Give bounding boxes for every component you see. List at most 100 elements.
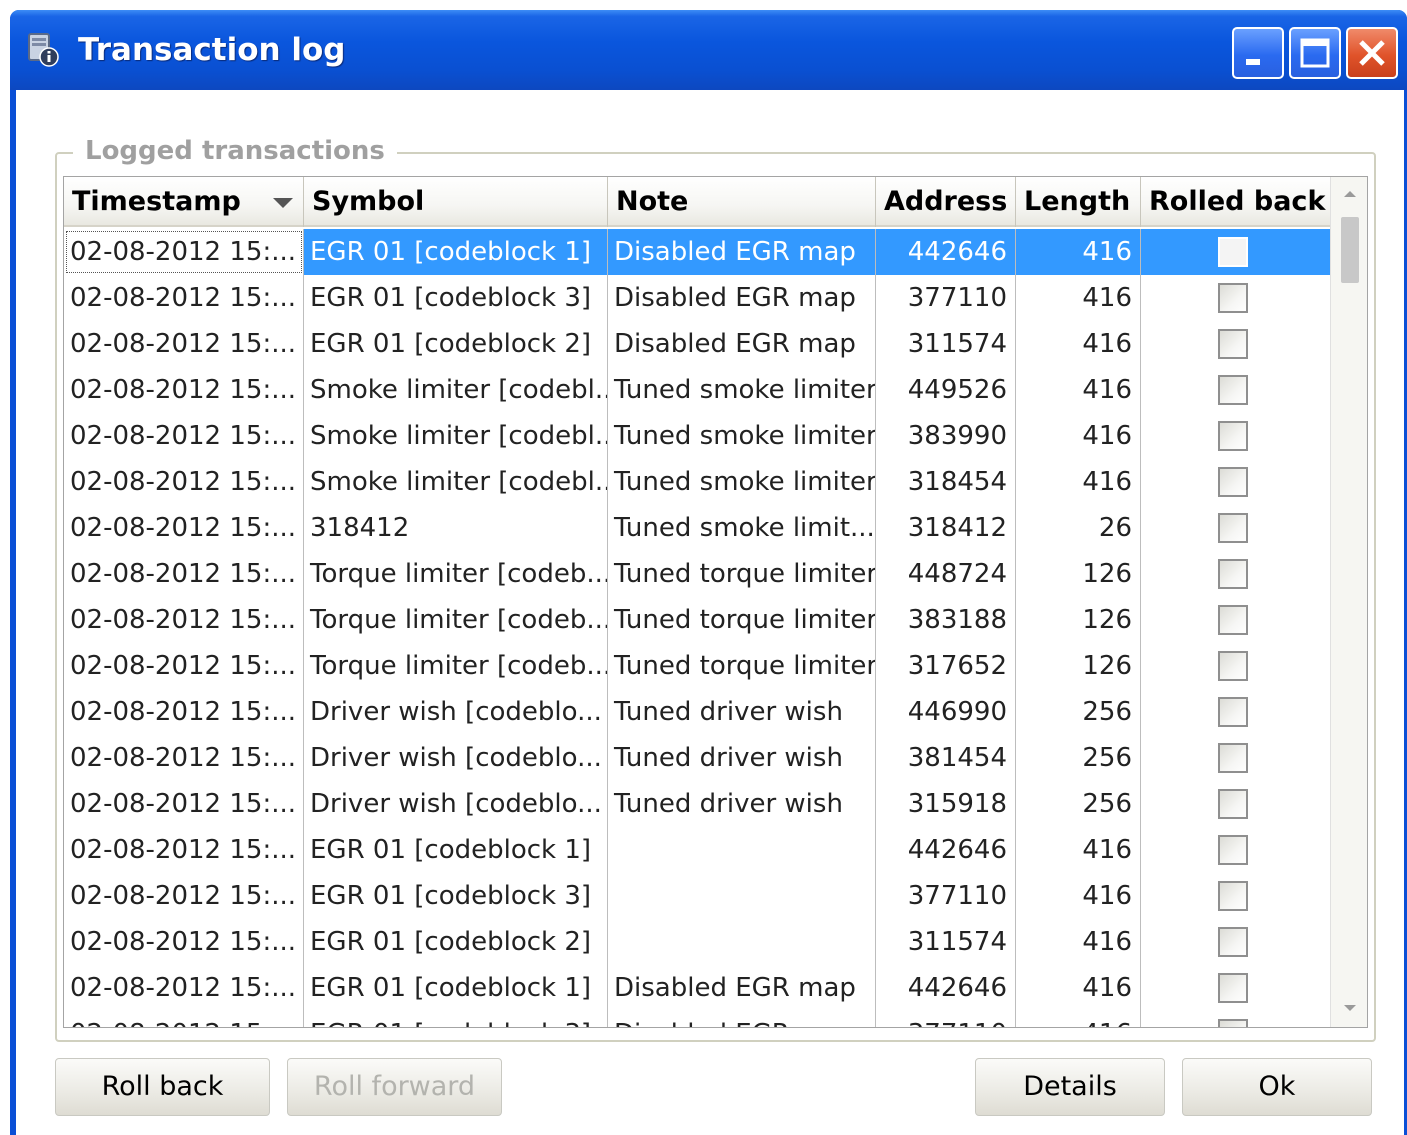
cell-address: 383990 — [876, 413, 1016, 459]
cell-timestamp: 02-08-2012 15:... — [64, 781, 304, 827]
table-row[interactable]: 02-08-2012 15:... EGR 01 [codeblock 2] Dis… — [64, 321, 1330, 367]
table-row[interactable]: 02-08-2012 15:... EGR 01 [codeblock 1] Dis… — [64, 229, 1330, 275]
cell-address: 383188 — [876, 597, 1016, 643]
table-row[interactable]: 02-08-2012 15:... Torque limiter [codeb..… — [64, 597, 1330, 643]
close-button[interactable] — [1346, 27, 1398, 79]
cell-timestamp: 02-08-2012 15:... — [64, 827, 304, 873]
table-row[interactable]: 02-08-2012 15:... EGR 01 [codeblock 3] 377… — [64, 873, 1330, 919]
column-header-label: Note — [616, 186, 689, 217]
table-row[interactable]: 02-08-2012 15:...EGR 01 [codeblock 3]Dis… — [64, 1011, 1330, 1027]
table-row[interactable]: 02-08-2012 15:... EGR 01 [codeblock 1] 442… — [64, 827, 1330, 873]
table-row[interactable]: 02-08-2012 15:... Torque limiter [codeb..… — [64, 551, 1330, 597]
table-row[interactable]: 02-08-2012 15:... Smoke limiter [codebl..… — [64, 413, 1330, 459]
column-header-address[interactable]: Address — [876, 177, 1016, 227]
rolled-back-checkbox[interactable] — [1218, 237, 1248, 267]
table-row[interactable]: 02-08-2012 15:... Driver wish [codeblo...… — [64, 735, 1330, 781]
rolled-back-checkbox[interactable] — [1218, 605, 1248, 635]
cell-symbol: Smoke limiter [codebl... — [304, 413, 608, 459]
rolled-back-checkbox[interactable] — [1218, 421, 1248, 451]
rolled-back-checkbox[interactable] — [1218, 973, 1248, 1003]
table-row[interactable]: 02-08-2012 15:... Driver wish [codeblo...… — [64, 781, 1330, 827]
table-header: Timestamp Symbol Note Address Length Rol… — [64, 177, 1330, 227]
rolled-back-checkbox[interactable] — [1218, 743, 1248, 773]
cell-address: 311574 — [876, 919, 1016, 965]
table-row[interactable]: 02-08-2012 15:... Smoke limiter [codebl..… — [64, 367, 1330, 413]
cell-note: Disabled EGR map — [608, 1011, 876, 1027]
rolled-back-checkbox[interactable] — [1218, 789, 1248, 819]
table-row[interactable]: 02-08-2012 15:... EGR 01 [codeblock 2] 311… — [64, 919, 1330, 965]
rolled-back-checkbox[interactable] — [1218, 651, 1248, 681]
cell-timestamp: 02-08-2012 15:... — [64, 735, 304, 781]
cell-symbol: EGR 01 [codeblock 3] — [304, 873, 608, 919]
title-bar[interactable]: Transaction log — [10, 10, 1407, 90]
cell-timestamp: 02-08-2012 15:... — [64, 965, 304, 1011]
cell-rolled-back — [1141, 965, 1330, 1011]
scrollbar-thumb[interactable] — [1341, 217, 1359, 283]
scroll-up-button[interactable] — [1331, 177, 1367, 213]
cell-rolled-back — [1141, 919, 1330, 965]
cell-address: 448724 — [876, 551, 1016, 597]
scroll-down-button[interactable] — [1331, 991, 1367, 1027]
cell-length: 126 — [1016, 551, 1141, 597]
rolled-back-checkbox[interactable] — [1218, 559, 1248, 589]
table-row[interactable]: 02-08-2012 15:... Driver wish [codeblo...… — [64, 689, 1330, 735]
cell-note: Tuned smoke limiter — [608, 413, 876, 459]
cell-rolled-back — [1141, 505, 1330, 551]
column-header-label: Timestamp — [72, 186, 241, 217]
cell-timestamp: 02-08-2012 15:... — [64, 919, 304, 965]
column-header-symbol[interactable]: Symbol — [304, 177, 608, 227]
rolled-back-checkbox[interactable] — [1218, 467, 1248, 497]
roll-forward-button[interactable]: Roll forward — [287, 1058, 502, 1116]
cell-length: 26 — [1016, 505, 1141, 551]
cell-length: 126 — [1016, 643, 1141, 689]
rolled-back-checkbox[interactable] — [1218, 513, 1248, 543]
rolled-back-checkbox[interactable] — [1218, 697, 1248, 727]
cell-address: 315918 — [876, 781, 1016, 827]
maximize-button[interactable] — [1289, 27, 1341, 79]
transactions-table[interactable]: Timestamp Symbol Note Address Length Rol… — [63, 176, 1368, 1028]
column-header-rolled-back[interactable]: Rolled back — [1141, 177, 1330, 227]
column-header-timestamp[interactable]: Timestamp — [64, 177, 304, 227]
cell-rolled-back — [1141, 1011, 1330, 1027]
rolled-back-checkbox[interactable] — [1218, 835, 1248, 865]
cell-timestamp: 02-08-2012 15:... — [64, 873, 304, 919]
cell-rolled-back — [1141, 827, 1330, 873]
window-title: Transaction log — [78, 32, 346, 68]
rolled-back-checkbox[interactable] — [1218, 283, 1248, 313]
cell-symbol: EGR 01 [codeblock 1] — [304, 965, 608, 1011]
cell-timestamp: 02-08-2012 15:... — [64, 689, 304, 735]
cell-symbol: 318412 — [304, 505, 608, 551]
table-row[interactable]: 02-08-2012 15:... EGR 01 [codeblock 1] Dis… — [64, 965, 1330, 1011]
cell-note: Disabled EGR map — [608, 229, 876, 275]
cell-length: 416 — [1016, 965, 1141, 1011]
rolled-back-checkbox[interactable] — [1218, 1019, 1248, 1027]
rolled-back-checkbox[interactable] — [1218, 375, 1248, 405]
rolled-back-checkbox[interactable] — [1218, 329, 1248, 359]
roll-back-button[interactable]: Roll back — [55, 1058, 270, 1116]
details-button[interactable]: Details — [975, 1058, 1165, 1116]
cell-length: 416 — [1016, 919, 1141, 965]
column-header-length[interactable]: Length — [1016, 177, 1141, 227]
vertical-scrollbar[interactable] — [1330, 177, 1367, 1027]
column-header-note[interactable]: Note — [608, 177, 876, 227]
sort-descending-icon — [273, 198, 293, 208]
table-row[interactable]: 02-08-2012 15:... Torque limiter [codeb..… — [64, 643, 1330, 689]
rolled-back-checkbox[interactable] — [1218, 881, 1248, 911]
cell-note: Tuned driver wish — [608, 735, 876, 781]
table-row[interactable]: 02-08-2012 15:...EGR 01 [codeblock 3]Dis… — [64, 275, 1330, 321]
cell-timestamp: 02-08-2012 15:... — [64, 459, 304, 505]
cell-symbol: Driver wish [codeblo... — [304, 689, 608, 735]
cell-symbol: EGR 01 [codeblock 3] — [304, 1011, 608, 1027]
cell-timestamp: 02-08-2012 15:... — [64, 551, 304, 597]
cell-timestamp: 02-08-2012 15:... — [64, 229, 304, 275]
cell-symbol: Driver wish [codeblo... — [304, 735, 608, 781]
cell-note: Tuned smoke limiter — [608, 459, 876, 505]
table-row[interactable]: 02-08-2012 15:... Smoke limiter [codebl..… — [64, 459, 1330, 505]
rolled-back-checkbox[interactable] — [1218, 927, 1248, 957]
ok-button[interactable]: Ok — [1182, 1058, 1372, 1116]
cell-symbol: Torque limiter [codeb... — [304, 597, 608, 643]
table-row[interactable]: 02-08-2012 15:... 318412 Tuned smoke limit… — [64, 505, 1330, 551]
minimize-button[interactable] — [1232, 27, 1284, 79]
cell-length: 416 — [1016, 321, 1141, 367]
cell-note — [608, 919, 876, 965]
